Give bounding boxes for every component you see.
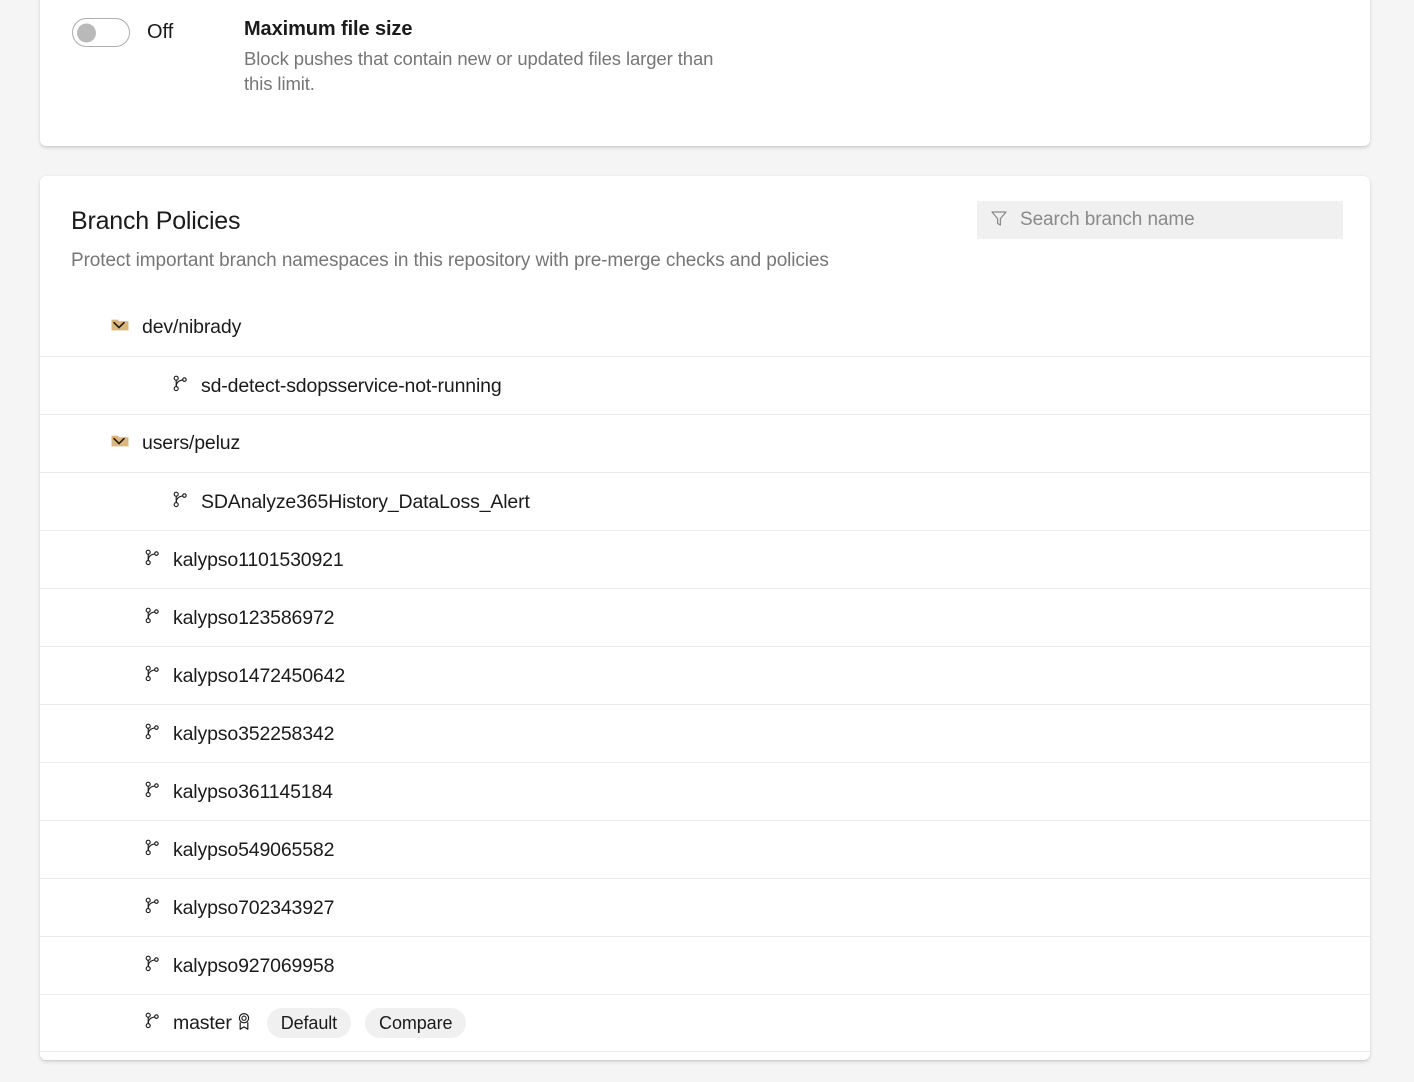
branch-row[interactable]: kalypso361145184 xyxy=(40,762,1370,820)
branch-search-input[interactable] xyxy=(1020,209,1331,231)
branch-name-label: SDAnalyze365History_DataLoss_Alert xyxy=(201,490,530,514)
branch-row[interactable]: sd-detect-sdopsservice-not-running xyxy=(40,356,1370,414)
git-branch-icon xyxy=(143,664,162,688)
branch-name-label: kalypso1472450642 xyxy=(173,664,345,688)
maximum-file-size-toggle-group: Off xyxy=(72,16,244,47)
branch-policies-header: Branch Policies Protect important branch… xyxy=(40,176,1370,206)
toggle-state-label: Off xyxy=(147,18,173,47)
branch-row[interactable]: kalypso352258342 xyxy=(40,704,1370,762)
branch-name-label: kalypso361145184 xyxy=(173,780,333,804)
git-branch-icon xyxy=(143,1011,162,1035)
branch-name-label: kalypso702343927 xyxy=(173,896,334,920)
git-branch-icon xyxy=(143,548,162,572)
branch-name-label: kalypso123586972 xyxy=(173,606,334,630)
branch-folder-row[interactable]: dev/nibrady xyxy=(40,298,1370,356)
branch-folder-label: dev/nibrady xyxy=(142,316,241,339)
ribbon-award-icon xyxy=(235,1011,253,1036)
git-branch-icon xyxy=(171,374,190,398)
git-branch-icon xyxy=(143,896,162,920)
git-branch-icon xyxy=(143,954,162,978)
branch-row[interactable]: kalypso1472450642 xyxy=(40,646,1370,704)
branch-folder-label: users/peluz xyxy=(142,432,240,455)
branch-row[interactable]: kalypso549065582 xyxy=(40,820,1370,878)
branch-policies-card: Branch Policies Protect important branch… xyxy=(40,176,1370,1060)
branch-name-label: sd-detect-sdopsservice-not-running xyxy=(201,374,502,398)
git-branch-icon xyxy=(143,838,162,862)
chevron-down-icon[interactable] xyxy=(110,316,128,339)
git-branch-icon xyxy=(171,490,190,514)
maximum-file-size-toggle[interactable] xyxy=(72,18,130,47)
branch-policies-list: dev/nibrady sd-detect-sdopsservice-not-ru… xyxy=(40,298,1370,1052)
branch-row[interactable]: kalypso123586972 xyxy=(40,588,1370,646)
maximum-file-size-description: Block pushes that contain new or updated… xyxy=(244,46,724,96)
default-badge[interactable]: Default xyxy=(267,1008,351,1038)
maximum-file-size-setting-row: Off Maximum file size Block pushes that … xyxy=(72,16,724,96)
branch-name-label: kalypso1101530921 xyxy=(173,548,344,572)
branch-row[interactable]: kalypso1101530921 xyxy=(40,530,1370,588)
git-branch-icon xyxy=(143,606,162,630)
branch-policies-title: Branch Policies xyxy=(71,205,240,237)
branch-policies-subtitle: Protect important branch namespaces in t… xyxy=(71,248,829,274)
branch-row[interactable]: kalypso927069958 xyxy=(40,936,1370,994)
git-branch-icon xyxy=(143,722,162,746)
toggle-knob xyxy=(77,23,96,42)
branch-row[interactable]: kalypso702343927 xyxy=(40,878,1370,936)
compare-badge[interactable]: Compare xyxy=(365,1008,466,1038)
branch-name-label: kalypso352258342 xyxy=(173,722,334,746)
branch-name-label: kalypso549065582 xyxy=(173,838,334,862)
page-root: Off Maximum file size Block pushes that … xyxy=(0,0,1414,1082)
default-branch-row[interactable]: master Default Compare xyxy=(40,994,1370,1052)
maximum-file-size-card: Off Maximum file size Block pushes that … xyxy=(40,0,1370,146)
maximum-file-size-title: Maximum file size xyxy=(244,16,724,42)
branch-name-label: kalypso927069958 xyxy=(173,954,334,978)
branch-name-label: master xyxy=(173,1011,232,1035)
branch-folder-row[interactable]: users/peluz xyxy=(40,414,1370,472)
branch-row[interactable]: SDAnalyze365History_DataLoss_Alert xyxy=(40,472,1370,530)
branch-search-box[interactable] xyxy=(977,201,1343,239)
chevron-down-icon[interactable] xyxy=(110,432,128,455)
filter-funnel-icon xyxy=(989,208,1009,233)
maximum-file-size-text-block: Maximum file size Block pushes that cont… xyxy=(244,16,724,96)
git-branch-icon xyxy=(143,780,162,804)
